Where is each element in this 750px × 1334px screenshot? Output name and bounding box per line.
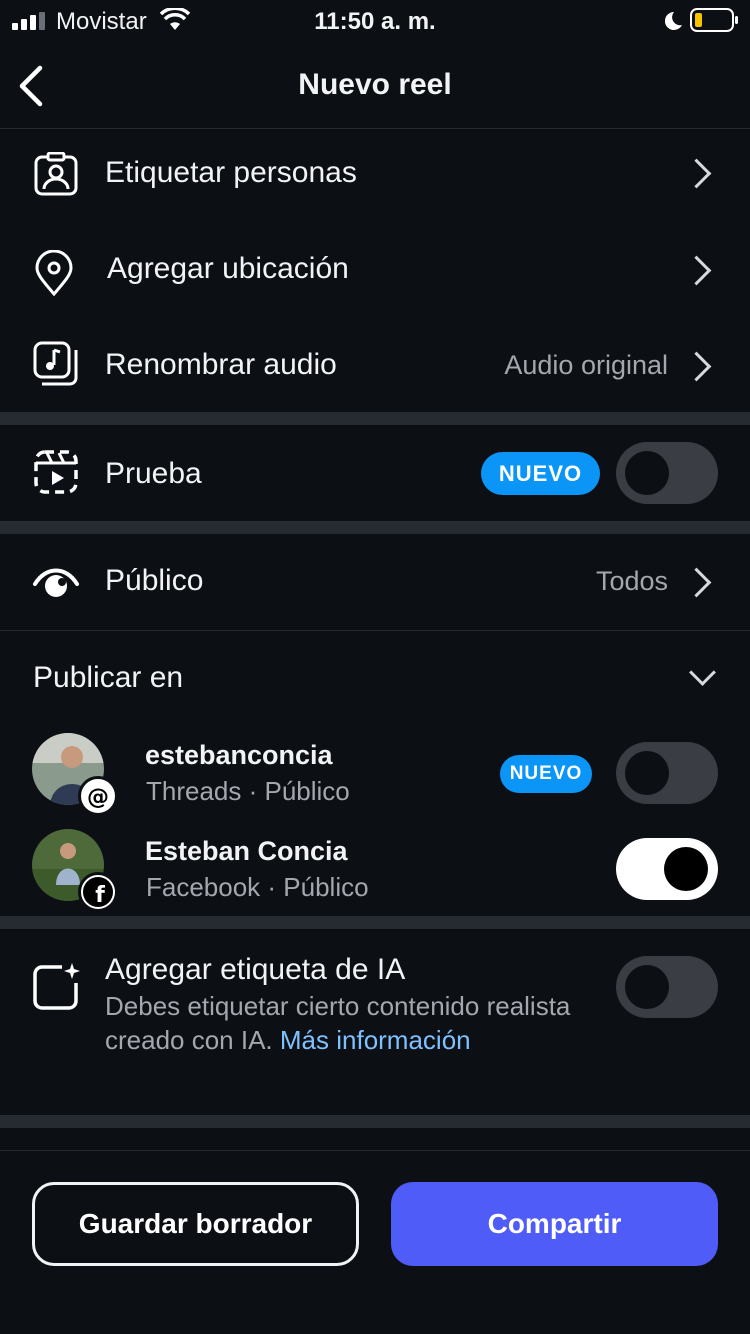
battery-icon bbox=[690, 8, 738, 32]
moon-icon bbox=[664, 11, 682, 30]
save-draft-button[interactable]: Guardar borrador bbox=[32, 1182, 359, 1266]
location-pin-icon bbox=[35, 250, 73, 297]
account-subtitle: Facebook · Público bbox=[146, 872, 369, 902]
account-name: estebanconcia bbox=[145, 740, 333, 770]
audio-icon bbox=[33, 341, 78, 386]
account-subtitle: Threads · Público bbox=[146, 776, 350, 806]
eye-icon bbox=[33, 568, 79, 597]
section-divider bbox=[0, 412, 750, 425]
chevron-right-icon bbox=[681, 255, 712, 286]
svg-text:f: f bbox=[95, 883, 105, 908]
threads-toggle[interactable] bbox=[616, 742, 718, 804]
facebook-toggle[interactable] bbox=[616, 838, 718, 900]
more-info-link[interactable]: Más información bbox=[280, 1025, 471, 1055]
new-badge: NUEVO bbox=[500, 755, 592, 793]
tag-people-label: Etiquetar personas bbox=[105, 156, 357, 189]
header: Nuevo reel bbox=[0, 44, 750, 129]
page-title: Nuevo reel bbox=[298, 68, 452, 101]
ai-label-description: Debes etiquetar cierto contenido realist… bbox=[105, 989, 575, 1057]
tag-people-icon bbox=[34, 152, 78, 196]
trial-label: Prueba bbox=[105, 457, 202, 490]
add-location-label: Agregar ubicación bbox=[107, 252, 349, 285]
trial-row: Prueba NUEVO bbox=[0, 425, 750, 521]
section-divider bbox=[0, 916, 750, 929]
status-bar: Movistar 11:50 a. m. bbox=[0, 0, 750, 44]
ai-label-row: Agregar etiqueta de IA Debes etiquetar c… bbox=[0, 929, 750, 1115]
svg-text:@: @ bbox=[87, 785, 109, 810]
section-divider bbox=[0, 521, 750, 534]
audience-row[interactable]: Público Todos bbox=[0, 534, 750, 630]
rename-audio-row[interactable]: Renombrar audio Audio original bbox=[0, 316, 750, 412]
chevron-right-icon bbox=[681, 158, 712, 189]
trial-toggle[interactable] bbox=[616, 442, 718, 504]
audio-value: Audio original bbox=[504, 350, 668, 380]
tag-people-row[interactable]: Etiquetar personas bbox=[0, 128, 750, 222]
clock-label: 11:50 a. m. bbox=[314, 8, 436, 35]
audience-label: Público bbox=[105, 564, 204, 597]
add-location-row[interactable]: Agregar ubicación bbox=[0, 222, 750, 316]
section-divider bbox=[0, 1115, 750, 1128]
chevron-down-icon bbox=[689, 659, 716, 686]
facebook-icon: f bbox=[78, 872, 118, 912]
chevron-right-icon bbox=[681, 567, 712, 598]
publish-to-title: Publicar en bbox=[33, 661, 184, 694]
threads-account-row: @ estebanconcia Threads · Público NUEVO bbox=[0, 724, 750, 820]
publish-to-header[interactable]: Publicar en bbox=[0, 631, 750, 721]
account-name: Esteban Concia bbox=[145, 836, 348, 866]
footer-divider bbox=[0, 1150, 750, 1151]
audience-value: Todos bbox=[595, 566, 668, 596]
threads-icon: @ bbox=[78, 776, 118, 816]
ai-sparkle-icon bbox=[33, 963, 80, 1010]
new-badge: NUEVO bbox=[481, 452, 600, 495]
ai-label-title: Agregar etiqueta de IA bbox=[105, 953, 406, 986]
rename-audio-label: Renombrar audio bbox=[105, 348, 337, 381]
chevron-right-icon bbox=[681, 351, 712, 382]
ai-label-toggle[interactable] bbox=[616, 956, 718, 1018]
share-button[interactable]: Compartir bbox=[391, 1182, 718, 1266]
trial-reel-icon bbox=[34, 450, 78, 494]
facebook-account-row: f Esteban Concia Facebook · Público bbox=[0, 820, 750, 916]
